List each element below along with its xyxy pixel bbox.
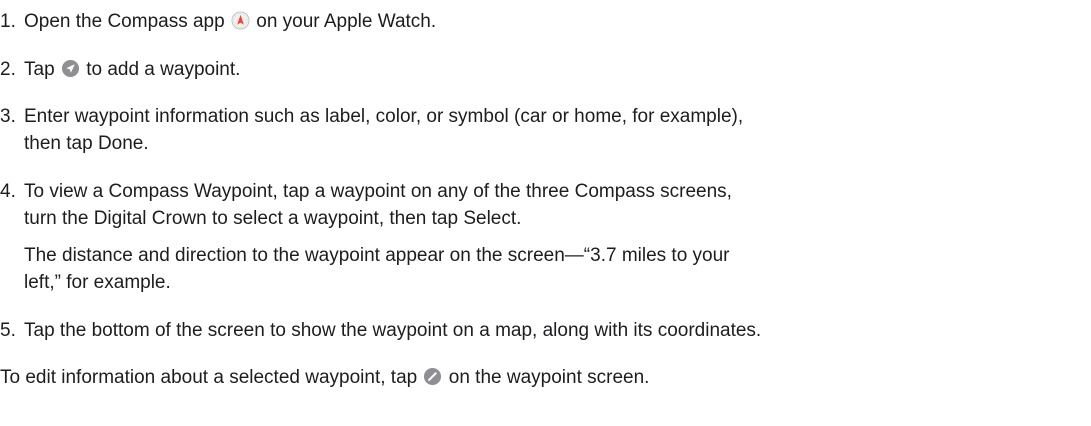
step-text-after: to add a waypoint. — [86, 59, 241, 80]
step-text: Open the Compass app — [24, 11, 225, 32]
instructions-document: 1. Open the Compass app on your Apple Wa… — [0, 0, 1091, 426]
step-text-line: turn the Digital Crown to select a waypo… — [24, 208, 522, 229]
edit-waypoint-paragraph: To edit information about a selected way… — [0, 364, 649, 391]
compass-app-icon — [231, 11, 250, 30]
step-number: 1. — [0, 11, 16, 32]
step-text: Tap — [24, 59, 55, 80]
add-waypoint-icon — [61, 59, 80, 78]
edit-pencil-icon — [423, 367, 442, 386]
paragraph-text: To edit information about a selected way… — [0, 367, 418, 388]
step-number: 4. — [0, 181, 16, 202]
note-text-line: The distance and direction to the waypoi… — [24, 245, 730, 266]
step-text-line: then tap Done. — [24, 133, 149, 154]
note-text-line: left,” for example. — [24, 272, 171, 293]
step-text-line: Enter waypoint information such as label… — [24, 106, 744, 127]
step-number: 2. — [0, 59, 16, 80]
step-number: 5. — [0, 320, 16, 341]
step-text-line: To view a Compass Waypoint, tap a waypoi… — [24, 181, 732, 202]
step-text-line: Tap the bottom of the screen to show the… — [24, 320, 762, 341]
paragraph-text-after: on the waypoint screen. — [448, 367, 650, 388]
step-text-after: on your Apple Watch. — [256, 11, 437, 32]
step-number: 3. — [0, 106, 16, 127]
